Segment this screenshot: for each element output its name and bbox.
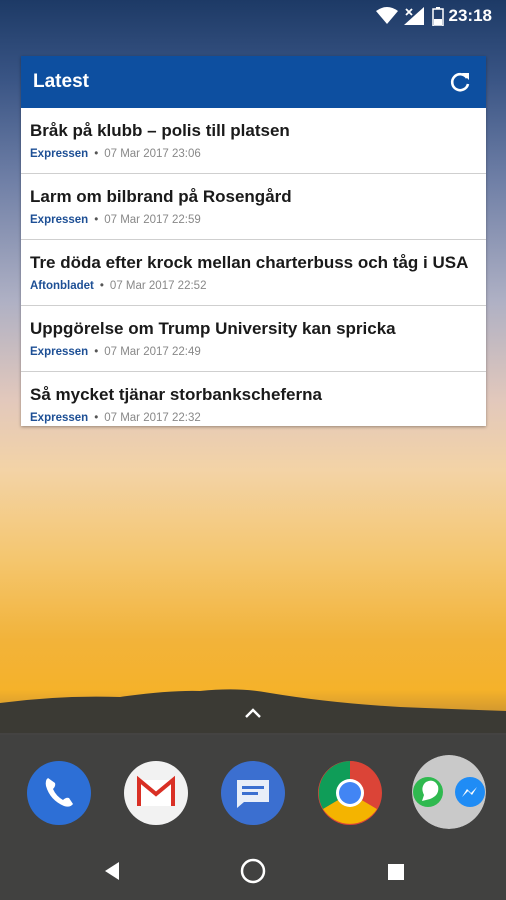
wifi-icon (376, 7, 398, 24)
news-item[interactable]: Så mycket tjänar storbankscheferna Expre… (21, 372, 486, 426)
messages-icon[interactable] (220, 760, 286, 826)
news-item[interactable]: Uppgörelse om Trump University kan spric… (21, 306, 486, 372)
news-widget: Latest Bråk på klubb – polis till platse… (21, 56, 486, 426)
news-date: 07 Mar 2017 22:59 (104, 214, 201, 226)
separator-dot: • (94, 346, 99, 358)
news-item[interactable]: Larm om bilbrand på Rosengård Expressen •… (21, 174, 486, 240)
separator-dot: • (94, 214, 99, 226)
news-title: Uppgörelse om Trump University kan spric… (30, 319, 396, 338)
news-meta: Expressen • 07 Mar 2017 22:49 (30, 346, 201, 358)
separator-dot: • (99, 280, 104, 292)
news-item[interactable]: Tre döda efter krock mellan charterbuss … (21, 240, 486, 306)
back-icon[interactable] (101, 860, 123, 882)
news-item[interactable]: Bråk på klubb – polis till platsen Expre… (21, 108, 486, 174)
whatsapp-messenger-folder-icon[interactable] (412, 755, 486, 829)
home-icon[interactable] (239, 857, 267, 885)
clock: 23:18 (448, 6, 492, 25)
gmail-icon[interactable] (123, 760, 189, 826)
news-date: 07 Mar 2017 22:32 (104, 412, 201, 424)
news-meta: Aftonbladet • 07 Mar 2017 22:52 (30, 280, 206, 292)
news-title: Tre döda efter krock mellan charterbuss … (30, 253, 469, 272)
news-meta: Expressen • 07 Mar 2017 22:59 (30, 214, 201, 226)
battery-icon (432, 7, 444, 26)
widget-title: Latest (33, 71, 89, 92)
separator-dot: • (94, 148, 99, 160)
news-title: Bråk på klubb – polis till platsen (30, 121, 290, 140)
cell-signal-icon (404, 7, 424, 25)
status-bar: 23:18 (0, 0, 506, 32)
phone-icon[interactable] (26, 760, 92, 826)
refresh-icon[interactable] (448, 70, 472, 94)
recents-icon[interactable] (386, 862, 406, 882)
news-date: 07 Mar 2017 23:06 (104, 148, 201, 160)
separator-dot: • (94, 412, 99, 424)
news-date: 07 Mar 2017 22:52 (109, 280, 207, 292)
news-meta: Expressen • 07 Mar 2017 23:06 (30, 148, 201, 160)
news-source: Expressen (30, 148, 89, 160)
widget-header: Latest (21, 56, 486, 108)
chrome-icon[interactable] (317, 760, 383, 826)
news-source: Expressen (30, 346, 89, 358)
news-source: Expressen (30, 412, 89, 424)
app-drawer-chevron-icon[interactable] (243, 706, 263, 720)
news-title: Larm om bilbrand på Rosengård (30, 187, 292, 206)
news-source: Expressen (30, 214, 89, 226)
news-source: Aftonbladet (30, 280, 94, 292)
news-date: 07 Mar 2017 22:49 (104, 346, 201, 358)
news-title: Så mycket tjänar storbankscheferna (30, 385, 322, 404)
news-meta: Expressen • 07 Mar 2017 22:32 (30, 412, 201, 424)
